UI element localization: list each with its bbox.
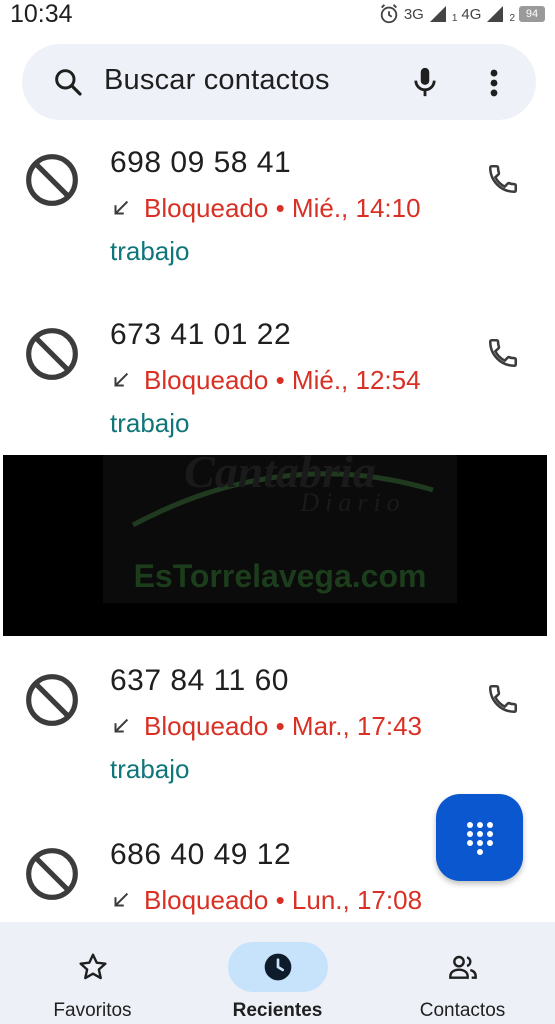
sim-slot-1: 1 [451,12,458,24]
people-icon [448,955,477,979]
sim-slot-2: 2 [509,12,515,24]
svg-text:Diario: Diario [299,488,405,517]
signal-icon [487,6,504,22]
call-time: Mié., 12:54 [291,365,421,395]
star-icon [78,953,107,980]
call-status: Bloqueado [144,885,269,915]
blocked-icon [26,154,78,206]
call-details: Bloqueado • Mié., 14:10 [110,193,421,224]
separator-dot: • [275,193,285,223]
separator-dot: • [275,365,285,395]
network-type-1: 3G [403,5,424,23]
call-status: Bloqueado [144,193,269,223]
network-type-2: 4G [461,5,482,23]
nav-label: Recientes [232,1000,323,1021]
separator-dot: • [275,711,285,741]
incoming-arrow-icon [114,372,129,387]
status-bar: 10:34 3G 1 4G 2 94 [0,0,555,30]
search-input[interactable]: Buscar contactos [104,64,330,97]
mic-icon[interactable] [408,64,442,100]
incoming-arrow-icon [114,892,129,907]
call-status: Bloqueado [144,365,269,395]
nav-icon-container [227,942,328,992]
overlay-banner: Cantabria Diario EsTorrelavega.com [3,455,547,636]
call-log-item[interactable]: 637 84 11 60 Bloqueado • Mar., 17:43 tra… [0,660,555,800]
nav-recientes[interactable]: Recientes [185,922,370,1024]
call-number: 698 09 58 41 [110,146,292,179]
phone-screen: 10:34 3G 1 4G 2 94 Buscar contactos 698 … [0,0,555,1024]
call-time: Mié., 14:10 [291,193,421,223]
alarm-icon [380,4,398,24]
nav-contactos[interactable]: Contactos [370,922,555,1024]
signal-icon [429,6,446,22]
svg-text:EsTorrelavega.com: EsTorrelavega.com [134,558,427,594]
status-icons: 3G 1 4G 2 94 [378,2,545,26]
nav-icon-container [413,942,513,992]
blocked-icon [26,328,78,380]
call-log-item[interactable]: 698 09 58 41 Bloqueado • Mié., 14:10 tra… [0,140,555,300]
call-label: trabajo [110,408,190,438]
dialpad-button[interactable] [436,794,523,881]
cantabria-diario-logo: Cantabria Diario EsTorrelavega.com [103,455,457,603]
nav-label: Favoritos [53,1000,132,1021]
search-bar[interactable]: Buscar contactos [22,44,536,120]
call-details: Bloqueado • Mar., 17:43 [110,711,422,742]
incoming-arrow-icon [114,718,129,733]
call-number: 686 40 49 12 [110,838,292,871]
blocked-icon [26,674,78,726]
nav-label: Contactos [419,1000,506,1021]
incoming-arrow-icon [114,200,129,215]
call-button-phone-icon[interactable] [486,162,520,196]
call-details: Bloqueado • Mié., 12:54 [110,365,421,396]
call-details: Bloqueado • Lun., 17:08 [110,885,422,916]
call-label: trabajo [110,754,190,784]
clock-icon [264,953,291,981]
call-time: Lun., 17:08 [291,885,423,915]
bottom-navigation: Favoritos Recientes Contactos [0,922,555,1024]
call-log-item[interactable]: 673 41 01 22 Bloqueado • Mié., 12:54 tra… [0,314,555,454]
nav-icon-container [43,942,143,992]
call-number: 637 84 11 60 [110,664,289,697]
call-time: Mar., 17:43 [291,711,422,741]
nav-favoritos[interactable]: Favoritos [0,922,185,1024]
blocked-icon [26,848,78,900]
search-icon[interactable] [52,66,84,98]
call-button-phone-icon[interactable] [486,336,520,370]
call-label: trabajo [110,236,190,266]
separator-dot: • [275,885,285,915]
call-status: Bloqueado [144,711,269,741]
battery-icon: 94 [519,6,545,22]
more-vert-icon[interactable] [484,66,504,100]
status-time: 10:34 [10,0,73,28]
call-button-phone-icon[interactable] [486,682,520,716]
call-number: 673 41 01 22 [110,318,292,351]
dialpad-icon [467,822,493,855]
